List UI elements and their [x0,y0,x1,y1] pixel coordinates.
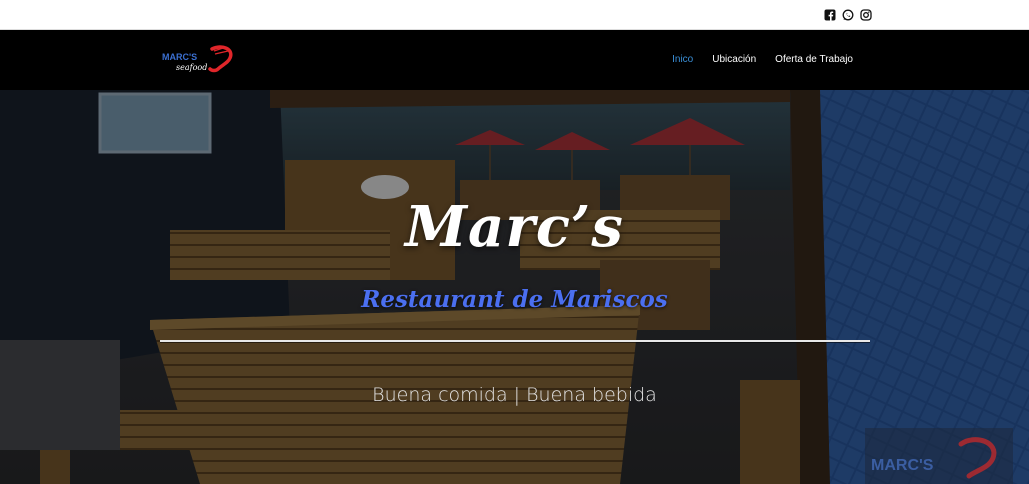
nav-item-oferta-de-trabajo[interactable]: Oferta de Trabajo [775,54,853,65]
hero-title: Marc’s [405,194,624,260]
logo-text-top: MARC'S [162,52,197,62]
primary-nav: Inico Ubicación Oferta de Trabajo [672,54,853,65]
hero-divider [160,340,870,342]
main-navbar: MARC'S seafood Inico Ubicación Oferta de… [0,30,1029,90]
social-links [824,8,872,21]
whatsapp-icon[interactable] [842,8,854,21]
logo-text-bottom: seafood [176,63,207,72]
nav-item-inicio[interactable]: Inico [672,54,693,65]
instagram-icon[interactable] [860,8,872,21]
brand-logo[interactable]: MARC'S seafood [160,43,236,77]
hero-section: Marc’s Restaurant de Mariscos Buena comi… [0,90,1029,484]
hero-tagline: Buena comida | Buena bebida [372,384,657,406]
watermark-logo: MARC'S [865,428,1013,484]
watermark-text: MARC'S [871,457,934,474]
top-bar [0,0,1029,30]
nav-item-ubicacion[interactable]: Ubicación [712,54,756,65]
facebook-icon[interactable] [824,8,836,21]
hero-subtitle: Restaurant de Mariscos [361,286,668,313]
